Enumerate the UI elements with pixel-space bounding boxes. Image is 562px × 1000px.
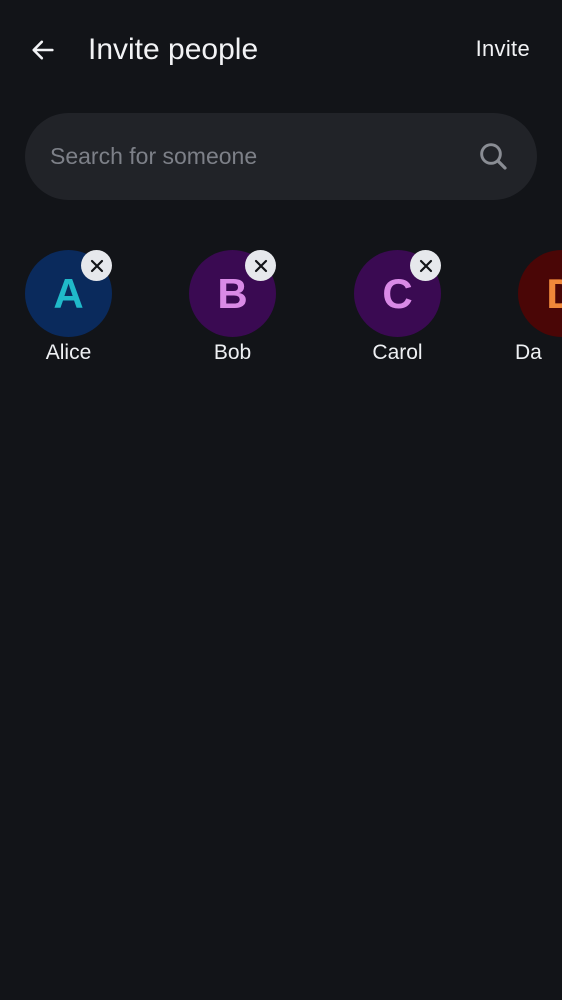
search-icon[interactable]: [477, 140, 509, 172]
remove-person-button[interactable]: [410, 250, 441, 281]
search-bar[interactable]: [25, 113, 537, 200]
arrow-left-icon: [32, 40, 54, 60]
person-name: Da: [515, 341, 542, 364]
person-name: Carol: [372, 341, 423, 364]
selected-person-chip: D Da: [515, 250, 562, 375]
back-button[interactable]: [22, 29, 64, 71]
selected-person-chip: B Bob: [189, 250, 299, 375]
person-name: Alice: [45, 341, 92, 364]
avatar-initial: A: [53, 269, 84, 317]
close-icon: [90, 259, 103, 272]
person-name: Bob: [213, 341, 252, 364]
remove-person-button[interactable]: [81, 250, 112, 281]
avatar-initial: D: [546, 269, 562, 317]
top-app-bar: Invite people Invite: [0, 0, 562, 100]
close-icon: [419, 259, 432, 272]
avatar: D: [518, 250, 562, 337]
search-input[interactable]: [50, 113, 470, 200]
page-title: Invite people: [88, 33, 259, 66]
selected-person-chip: C Carol: [354, 250, 464, 375]
remove-person-button[interactable]: [245, 250, 276, 281]
avatar-initial: B: [217, 269, 248, 317]
selected-person-chip: A Alice: [25, 250, 135, 375]
close-icon: [254, 259, 267, 272]
invite-button[interactable]: Invite: [476, 34, 530, 64]
invite-people-screen: Invite people Invite A Alice B: [0, 0, 562, 1000]
avatar-initial: C: [382, 269, 413, 317]
selected-people-list: A Alice B Bob C Carol D Da: [0, 250, 562, 380]
